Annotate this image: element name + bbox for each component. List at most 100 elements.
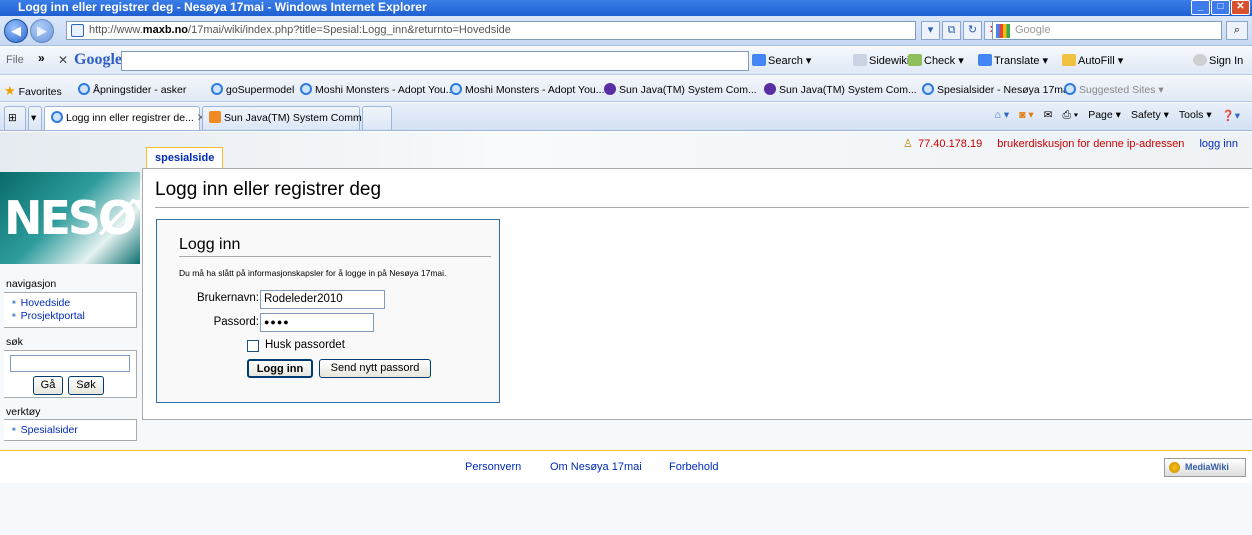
- search-heading: søk: [6, 336, 23, 348]
- remember-checkbox[interactable]: [247, 340, 259, 352]
- remember-label: Husk passordet: [265, 339, 345, 351]
- url-prefix: http://www.: [89, 24, 143, 36]
- page-menu[interactable]: Page ▾: [1088, 109, 1121, 122]
- quick-tabs-icon[interactable]: ⊞: [4, 106, 26, 130]
- footer-link-personvern[interactable]: Personvern: [465, 461, 521, 473]
- tab-special-page[interactable]: spesialside: [146, 147, 224, 168]
- search-icon[interactable]: ⌕: [1226, 21, 1248, 40]
- safety-menu-label: Safety: [1130, 109, 1161, 121]
- personal-tools: ♙ 77.40.178.19 brukerdiskusjon for denne…: [903, 137, 1238, 150]
- help-icon[interactable]: ❓▾: [1222, 109, 1240, 122]
- fav-item-label: Moshi Monsters - Adopt You...: [465, 84, 605, 96]
- new-tab-button[interactable]: [362, 106, 392, 130]
- favorites-bar: ★ Favorites Åpningstider - asker goSuper…: [0, 76, 1252, 102]
- address-toolbar: ◀ ▶ http://www.maxb.no/17mai/wiki/index.…: [0, 16, 1252, 46]
- footer: Personvern Om Nesøya 17mai Forbehold Med…: [0, 450, 1252, 483]
- login-form: Logg inn Du må ha slått på informasjonsk…: [156, 219, 500, 403]
- print-icon[interactable]: ⎙ ▾: [1062, 109, 1078, 122]
- command-bar: ⌂ ▾ ◙ ▾ ✉ ⎙ ▾ Page ▾ Safety ▾ Tools ▾ ❓▾: [995, 109, 1240, 122]
- fav-item-label: Moshi Monsters - Adopt You...: [315, 84, 455, 96]
- sidebar-search-input[interactable]: [10, 355, 130, 372]
- sidebar-item-spesialsider[interactable]: Spesialsider: [4, 424, 136, 437]
- search-input[interactable]: Google: [992, 21, 1222, 40]
- spellcheck-icon: [908, 54, 922, 66]
- fav-item-label: Spesialsider - Nesøya 17mai: [937, 84, 1072, 96]
- url-path: /17mai/wiki/index.php?title=Spesial:Logg…: [188, 24, 511, 36]
- google-toolbar: File » ✕ Google Search ▾ Sidewiki ▾ Chec…: [0, 47, 1252, 75]
- sidebar-item-prosjektportal[interactable]: Prosjektportal: [4, 310, 136, 323]
- fav-item-3[interactable]: Moshi Monsters - Adopt You...: [300, 83, 455, 96]
- search-button[interactable]: Søk: [68, 376, 104, 395]
- feeds-icon[interactable]: ◙ ▾: [1019, 109, 1034, 122]
- username-label: Brukernavn:: [196, 292, 259, 304]
- forward-button[interactable]: ▶: [30, 19, 54, 43]
- home-icon[interactable]: ⌂ ▾: [995, 109, 1010, 122]
- ie-icon: [922, 83, 934, 95]
- send-password-button[interactable]: Send nytt passord: [319, 359, 431, 378]
- close-icon[interactable]: ✕: [1231, 0, 1250, 15]
- toolbar-search-button[interactable]: Search ▾: [752, 54, 811, 67]
- google-search-input[interactable]: [121, 51, 749, 71]
- password-field[interactable]: ●●●●: [260, 313, 374, 332]
- java-icon: [764, 83, 776, 95]
- ip-link[interactable]: 77.40.178.19: [918, 138, 982, 150]
- fav-item-2[interactable]: goSupermodel: [211, 83, 294, 96]
- dropdown-icon[interactable]: ▾: [921, 21, 940, 40]
- maximize-icon[interactable]: □: [1211, 0, 1230, 15]
- fav-item-6[interactable]: Sun Java(TM) System Com...: [764, 83, 917, 96]
- tools-menu-label: Tools: [1178, 109, 1204, 121]
- page-icon: [71, 24, 84, 37]
- site-logo[interactable]: NESØYA: [0, 172, 140, 264]
- close-toolbar-icon[interactable]: ✕: [58, 53, 68, 67]
- login-button[interactable]: Logg inn: [247, 359, 313, 378]
- toolbar-signin-button[interactable]: Sign In: [1193, 54, 1243, 67]
- fav-item-1[interactable]: Åpningstider - asker: [78, 83, 186, 96]
- sidebar-item-hovedside[interactable]: Hovedside: [4, 297, 136, 310]
- refresh-icon[interactable]: ↻: [963, 21, 982, 40]
- toolbar-sidewiki-label: Sidewiki: [869, 55, 910, 67]
- fav-item-8[interactable]: Suggested Sites ▾: [1064, 83, 1164, 96]
- mediawiki-badge[interactable]: MediaWiki: [1164, 458, 1246, 477]
- autofill-icon: [1062, 54, 1076, 66]
- fav-item-7[interactable]: Spesialsider - Nesøya 17mai: [922, 83, 1071, 96]
- go-button[interactable]: Gå: [33, 376, 63, 395]
- talk-link[interactable]: brukerdiskusjon for denne ip-adressen: [997, 138, 1184, 150]
- ie-icon: [78, 83, 90, 95]
- footer-link-forbehold[interactable]: Forbehold: [669, 461, 719, 473]
- footer-link-om[interactable]: Om Nesøya 17mai: [550, 461, 642, 473]
- tab-sun-java[interactable]: Sun Java(TM) System Comm...: [202, 106, 370, 130]
- tools-heading: verktøy: [6, 406, 41, 418]
- tools-portlet: Spesialsider: [4, 419, 137, 441]
- nav-heading: navigasjon: [6, 278, 57, 290]
- ie-icon: [211, 83, 223, 95]
- translate-icon: [978, 54, 992, 66]
- compat-view-icon[interactable]: ⧉: [942, 21, 961, 40]
- toolbar-check-button[interactable]: Check ▾: [908, 54, 964, 67]
- minimize-icon[interactable]: _: [1191, 0, 1210, 15]
- tab-label: Logg inn eller registrer de...: [66, 112, 194, 124]
- tab-login[interactable]: Logg inn eller registrer de... ✕: [44, 106, 206, 130]
- toolbar-autofill-button[interactable]: AutoFill ▾: [1062, 54, 1123, 67]
- favorites-button[interactable]: ★ Favorites: [4, 83, 62, 99]
- username-field[interactable]: Rodeleder2010: [260, 290, 385, 309]
- tools-menu[interactable]: Tools ▾: [1179, 109, 1212, 122]
- toolbar-translate-button[interactable]: Translate ▾: [978, 54, 1048, 67]
- page-menu-label: Page: [1088, 109, 1113, 121]
- fav-item-5[interactable]: Sun Java(TM) System Com...: [604, 83, 757, 96]
- password-label: Passord:: [213, 316, 259, 328]
- toolbar-check-label: Check: [924, 55, 956, 67]
- chevron-icon[interactable]: »: [38, 51, 45, 65]
- window-controls: _ □ ✕: [1191, 0, 1250, 15]
- back-button[interactable]: ◀: [4, 19, 28, 43]
- login-link[interactable]: logg inn: [1199, 138, 1238, 150]
- tab-list-icon[interactable]: ▾: [28, 106, 42, 130]
- safety-menu[interactable]: Safety ▾: [1131, 109, 1169, 122]
- toolbar-autofill-label: AutoFill: [1078, 55, 1115, 67]
- fav-item-label: Sun Java(TM) System Com...: [619, 84, 757, 96]
- address-bar[interactable]: http://www.maxb.no/17mai/wiki/index.php?…: [66, 21, 916, 40]
- fav-item-4[interactable]: Moshi Monsters - Adopt You...: [450, 83, 605, 96]
- mail-icon[interactable]: ✉: [1044, 109, 1053, 122]
- star-icon: ★: [4, 83, 16, 98]
- page-title: Logg inn eller registrer deg: [155, 179, 382, 200]
- file-menu[interactable]: File: [6, 54, 24, 66]
